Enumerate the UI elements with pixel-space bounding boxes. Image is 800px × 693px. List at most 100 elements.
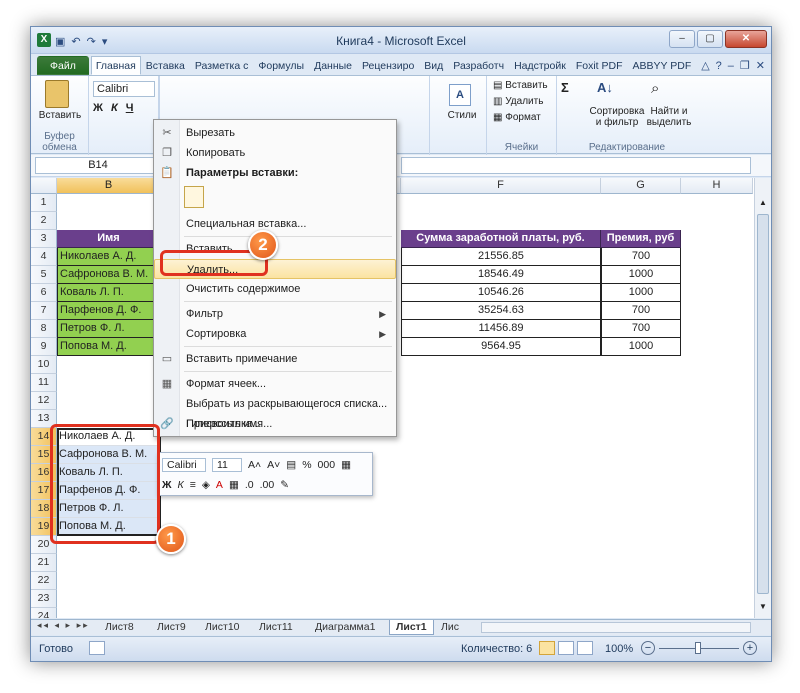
fill-color-icon[interactable]: ◈ [202, 479, 210, 491]
scroll-down-icon[interactable]: ▼ [757, 602, 769, 614]
sheet-tab[interactable]: Лист9 [151, 620, 192, 635]
sheet-tab[interactable]: Лист10 [199, 620, 246, 635]
row-header[interactable]: 2 [31, 212, 57, 230]
help-icon[interactable]: ? [716, 57, 722, 75]
normal-view-icon[interactable] [539, 641, 555, 655]
column-header-b[interactable]: B [57, 178, 161, 194]
zoom-in-icon[interactable]: + [743, 641, 757, 655]
formula-input[interactable] [401, 157, 751, 174]
underline-button[interactable]: Ч [126, 102, 134, 114]
name-cell[interactable]: Парфенов Д. Ф. [57, 302, 161, 320]
grow-font-icon[interactable]: A˄ [248, 459, 261, 471]
sort-filter-icon[interactable]: A↓ [597, 80, 617, 102]
row-header[interactable]: 4 [31, 248, 57, 266]
row-header[interactable]: 9 [31, 338, 57, 356]
menu-item-format-cells[interactable]: ▦ Формат ячеек... [154, 374, 396, 394]
mini-bold-button[interactable]: Ж [162, 479, 172, 491]
header-bonus-cell[interactable]: Премия, руб [601, 230, 681, 248]
sheet-tab[interactable]: Лист11 [253, 620, 299, 635]
salary-cell[interactable]: 18546.49 [401, 266, 601, 284]
scroll-up-icon[interactable]: ▲ [757, 198, 769, 210]
mini-thousands-button[interactable]: 000 [318, 459, 336, 471]
salary-cell[interactable]: 21556.85 [401, 248, 601, 266]
chevron-up-icon[interactable]: △ [701, 57, 709, 75]
tab-formulas[interactable]: Формулы [253, 56, 309, 75]
tab-home[interactable]: Главная [90, 56, 141, 75]
sort-filter-button[interactable]: Сортировка и фильтр [587, 106, 647, 128]
name-box[interactable]: B14 [35, 157, 161, 174]
maximize-button[interactable]: ▢ [697, 30, 723, 48]
row-header[interactable]: 3 [31, 230, 57, 248]
align-center-icon[interactable]: ≡ [190, 479, 196, 491]
row-header[interactable]: 12 [31, 392, 57, 410]
row-header[interactable]: 23 [31, 590, 57, 608]
tab-addins[interactable]: Надстройк [509, 56, 571, 75]
decrease-decimal-icon[interactable]: .00 [260, 479, 275, 491]
column-header-f[interactable]: F [401, 178, 601, 194]
shrink-font-icon[interactable]: A˅ [267, 459, 280, 471]
insert-cells-button[interactable]: ▤ Вставить [493, 80, 548, 91]
name-cell[interactable]: Николаев А. Д. [57, 248, 161, 266]
mini-format-painter-icon[interactable]: ▦ [341, 459, 351, 471]
header-name-cell[interactable]: Имя [57, 230, 161, 248]
page-layout-view-icon[interactable] [558, 641, 574, 655]
name-cell[interactable]: Сафронова В. М. [57, 266, 161, 284]
format-cells-button[interactable]: ▦ Формат [493, 112, 541, 123]
mini-font-box[interactable]: Calibri [162, 458, 206, 472]
minimize-button[interactable]: ‒ [669, 30, 695, 48]
column-header-h[interactable]: H [681, 178, 753, 194]
sheet-tab[interactable]: Диаграмма1 [309, 620, 381, 635]
macro-record-icon[interactable] [89, 641, 105, 655]
paste-button-icon[interactable] [184, 186, 204, 208]
salary-cell[interactable]: 11456.89 [401, 320, 601, 338]
font-name-box[interactable]: Calibri [93, 81, 155, 97]
mini-size-box[interactable]: 11 [212, 458, 242, 472]
vertical-scrollbar[interactable]: ▲ ▼ [754, 178, 771, 618]
menu-item-clear-contents[interactable]: Очистить содержимое [154, 279, 396, 299]
name-cell[interactable]: Попова М. Д. [57, 338, 161, 356]
close-button[interactable]: ✕ [725, 30, 767, 48]
menu-item-cut[interactable]: ✂ Вырезать [154, 123, 396, 143]
delete-cells-button[interactable]: ▥ Удалить [493, 96, 543, 107]
row-header[interactable]: 22 [31, 572, 57, 590]
mini-percent-button[interactable]: % [302, 459, 311, 471]
column-header-g[interactable]: G [601, 178, 681, 194]
row-header[interactable]: 5 [31, 266, 57, 284]
bonus-cell[interactable]: 1000 [601, 338, 681, 356]
row-header[interactable]: 1 [31, 194, 57, 212]
menu-item-copy[interactable]: ❐ Копировать [154, 143, 396, 163]
name-cell[interactable]: Петров Ф. Л. [57, 320, 161, 338]
scroll-thumb[interactable] [757, 214, 769, 594]
tab-review[interactable]: Рецензиро [357, 56, 419, 75]
menu-item-filter[interactable]: Фильтр ▶ [154, 304, 396, 324]
paste-button[interactable]: Вставить [33, 110, 87, 121]
close-workbook-icon[interactable]: ✕ [756, 57, 765, 75]
menu-item-hyperlink[interactable]: 🔗 Гиперссылка... [154, 414, 396, 434]
tab-page-layout[interactable]: Разметка с [190, 56, 254, 75]
find-select-button[interactable]: Найти и выделить [643, 106, 695, 128]
bonus-cell[interactable]: 700 [601, 248, 681, 266]
tab-data[interactable]: Данные [309, 56, 357, 75]
zoom-level[interactable]: 100% [605, 643, 633, 655]
tab-foxit[interactable]: Foxit PDF [571, 56, 628, 75]
bonus-cell[interactable]: 1000 [601, 284, 681, 302]
styles-icon[interactable]: A [449, 84, 471, 106]
paste-icon[interactable] [45, 80, 69, 108]
zoom-slider-thumb[interactable] [695, 642, 701, 654]
row-header[interactable]: 10 [31, 356, 57, 374]
header-salary-cell[interactable]: Сумма заработной платы, руб. [401, 230, 601, 248]
bold-button[interactable]: Ж [93, 102, 103, 114]
binoculars-icon[interactable]: ⌕ [651, 80, 671, 102]
sheet-tab[interactable]: Лис [435, 620, 465, 635]
tab-file[interactable]: Файл [37, 56, 89, 75]
row-header[interactable]: 8 [31, 320, 57, 338]
sheet-tab-active[interactable]: Лист1 [389, 620, 434, 635]
minimize-ribbon-icon[interactable]: – [728, 57, 734, 75]
menu-item-insert-comment[interactable]: ▭ Вставить примечание [154, 349, 396, 369]
styles-button[interactable]: Стили [437, 110, 487, 121]
salary-cell[interactable]: 10546.26 [401, 284, 601, 302]
row-header[interactable]: 24 [31, 608, 57, 618]
sheet-nav-icons[interactable]: ◂◂ ◂ ▸ ▸▸ [37, 620, 90, 631]
page-break-view-icon[interactable] [577, 641, 593, 655]
bonus-cell[interactable]: 700 [601, 320, 681, 338]
